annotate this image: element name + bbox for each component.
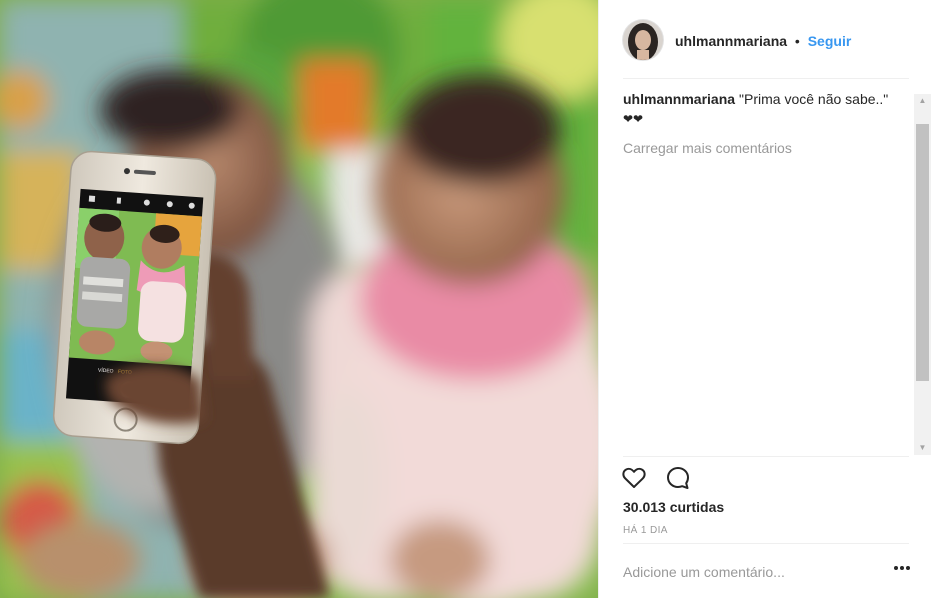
add-comment-input[interactable] (623, 557, 873, 587)
scroll-down-arrow-icon[interactable]: ▼ (914, 441, 931, 455)
heart-outline-icon (622, 467, 646, 488)
comment-button[interactable] (665, 465, 691, 491)
caption: uhlmannmariana "Prima você não sabe.." ❤❤ (623, 90, 913, 126)
load-more-comments-button[interactable]: Carregar mais comentários (623, 139, 913, 157)
scrollbar-thumb[interactable] (916, 124, 929, 381)
actions-divider (623, 456, 909, 457)
follow-button[interactable]: Seguir (808, 33, 852, 49)
comments-scrollbar[interactable]: ▲ ▼ (914, 94, 931, 455)
post-actions (621, 465, 705, 491)
phone-video-label: VÍDEO (98, 367, 114, 375)
scroll-up-arrow-icon[interactable]: ▲ (914, 94, 931, 108)
avatar[interactable] (623, 20, 663, 60)
post-details-panel: uhlmannmariana • Seguir uhlmannmariana "P… (598, 0, 933, 598)
header-username[interactable]: uhlmannmariana (675, 33, 787, 49)
post-photo[interactable]: VÍDEO FOTO (0, 0, 598, 598)
header-divider (623, 78, 909, 79)
caption-text: "Prima você não sabe.." (739, 91, 889, 107)
speech-bubble-icon (667, 467, 690, 489)
post-timestamp[interactable]: HÁ 1 DIA (623, 525, 668, 536)
more-options-button[interactable] (892, 563, 912, 581)
header-text: uhlmannmariana • Seguir (675, 32, 851, 50)
header-separator: • (794, 33, 800, 49)
like-button[interactable] (621, 465, 647, 491)
caption-emoji: ❤❤ (623, 112, 644, 126)
likes-count[interactable]: 30.013 curtidas (623, 499, 724, 515)
add-comment-divider (623, 543, 909, 544)
post-header: uhlmannmariana • Seguir (599, 0, 933, 78)
comments-list: uhlmannmariana "Prima você não sabe.." ❤❤… (623, 90, 913, 450)
caption-username[interactable]: uhlmannmariana (623, 91, 735, 107)
ellipsis-icon (894, 566, 910, 570)
